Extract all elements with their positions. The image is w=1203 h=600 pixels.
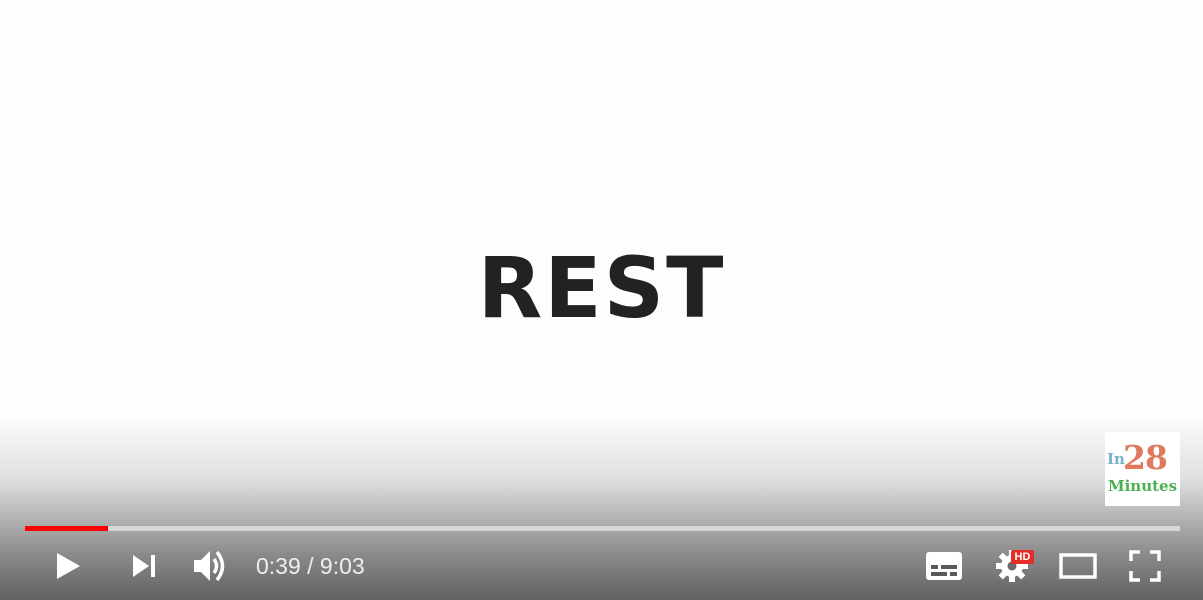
channel-watermark[interactable]: In 28 Minutes — [1105, 432, 1180, 506]
volume-icon — [194, 550, 225, 582]
theater-mode-button[interactable] — [1054, 538, 1102, 594]
theater-mode-icon — [1059, 553, 1097, 579]
fullscreen-icon — [1129, 550, 1161, 582]
video-player[interactable]: REST In 28 Minutes 0:39 / 9:03 HD — [0, 0, 1203, 600]
settings-button[interactable] — [988, 538, 1036, 594]
control-bar: 0:39 / 9:03 HD — [0, 538, 1203, 594]
fullscreen-button[interactable] — [1121, 538, 1169, 594]
slide-title: REST — [477, 239, 726, 337]
play-icon — [57, 553, 80, 579]
watermark-number: 28 — [1123, 438, 1168, 477]
play-button[interactable] — [44, 538, 92, 594]
time-display: 0:39 / 9:03 — [256, 553, 365, 579]
progress-played — [25, 526, 109, 531]
next-button[interactable] — [120, 538, 168, 594]
next-icon — [133, 555, 155, 577]
hd-badge: HD — [1011, 550, 1034, 564]
volume-button[interactable] — [186, 538, 234, 594]
subtitles-icon — [926, 552, 962, 580]
progress-bar[interactable] — [25, 526, 1180, 531]
subtitles-button[interactable] — [920, 538, 968, 594]
watermark-word: Minutes — [1107, 477, 1178, 495]
